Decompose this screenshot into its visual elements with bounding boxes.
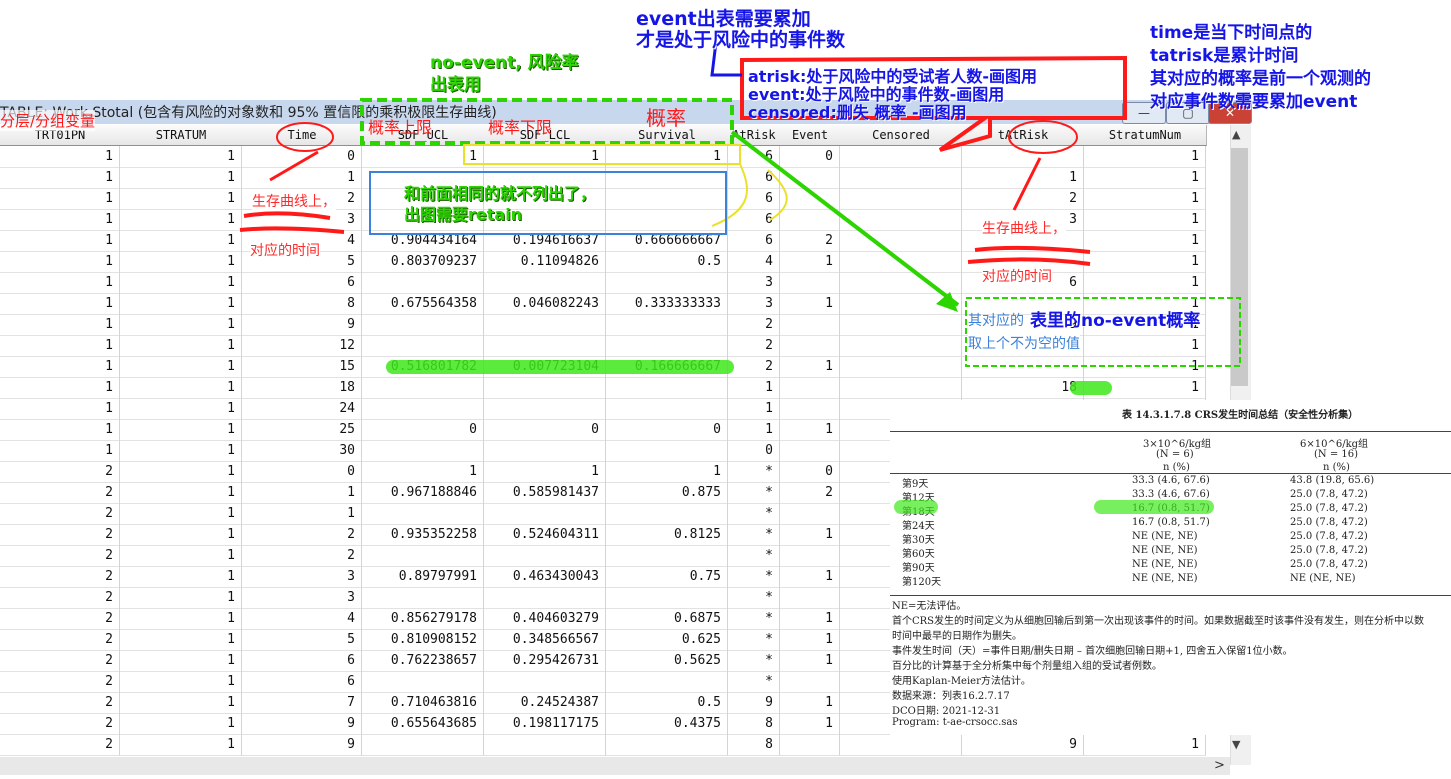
retain-note-line2: 出图需要retain xyxy=(404,205,523,224)
lower-limit-label: 概率下限 xyxy=(488,118,553,137)
event-note-line2: 才是处于风险中的事件数 xyxy=(636,29,846,51)
first-row-box xyxy=(463,144,741,165)
curve-note-line1: 生存曲线上， xyxy=(252,191,336,211)
event-arrow xyxy=(767,169,788,221)
tatrisk-arrow xyxy=(1012,157,1042,211)
censored-definition: censored:删失 概率 -画图用 xyxy=(748,103,967,122)
time-note-line2: tatrisk是累计时间 xyxy=(1150,46,1299,66)
tatrisk-note-line2: 对应的时间 xyxy=(982,266,1052,286)
retain-arrow xyxy=(711,163,748,227)
stratum-label: 分层/分组变量 xyxy=(0,110,96,131)
time-circle xyxy=(276,122,334,152)
scribble-mark xyxy=(967,245,1091,266)
scribble-mark xyxy=(239,211,345,234)
tatrisk-circle xyxy=(1008,120,1078,154)
time-note-line3: 其对应的概率是前一个观测的 xyxy=(1150,69,1371,89)
noevent-arrow xyxy=(730,130,960,307)
tatrisk-note-line1: 生存曲线上， xyxy=(982,218,1066,238)
time-arrow xyxy=(269,150,319,182)
time-note-line4: 对应事件数需要累加event xyxy=(1150,92,1358,112)
noevent-note-line2: 出表用 xyxy=(430,75,481,95)
previous-value-note-line2: 取上个不为空的值 xyxy=(968,333,1080,353)
probability-label: 概率 xyxy=(646,106,686,130)
curve-note-line2: 对应的时间 xyxy=(250,240,320,260)
annotation-overlay xyxy=(239,41,1241,367)
upper-limit-label: 概率上限 xyxy=(368,118,433,137)
noevent-table-note: 表里的no-event概率 xyxy=(1030,311,1201,331)
previous-value-note-line1: 其对应的 xyxy=(968,313,1024,329)
time-note-line1: time是当下时间点的 xyxy=(1150,23,1313,43)
